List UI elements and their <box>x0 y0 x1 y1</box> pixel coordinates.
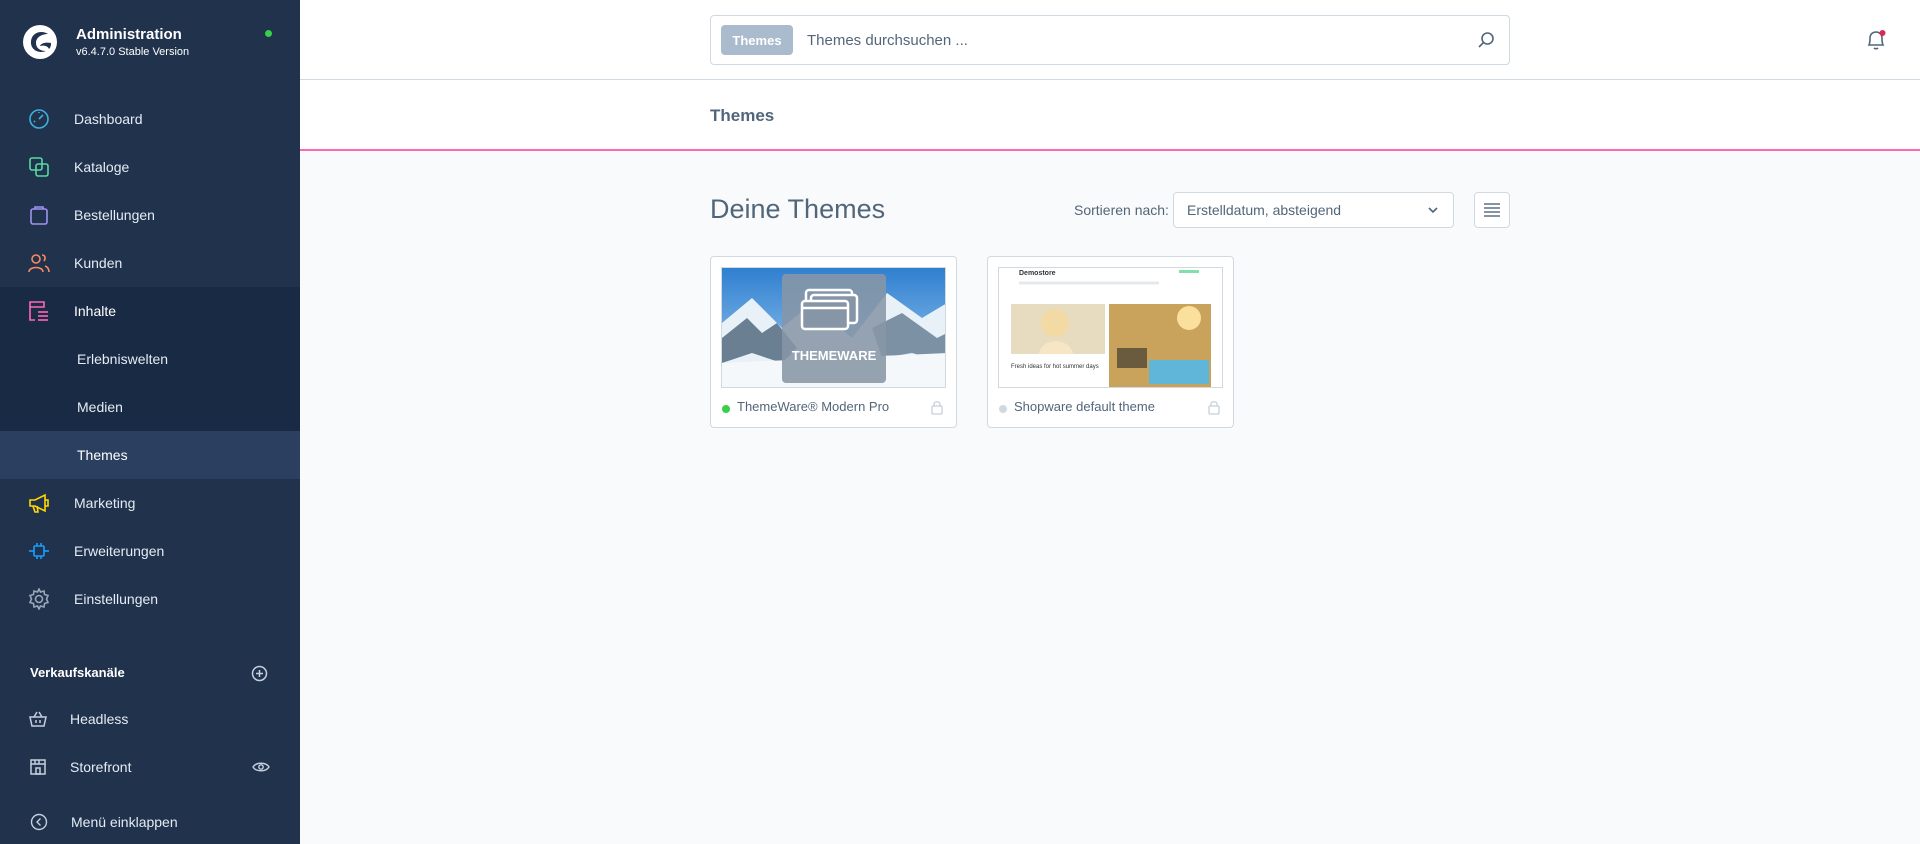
sales-channel-label: Storefront <box>70 759 132 775</box>
sidebar-item-label: Kunden <box>74 255 123 271</box>
search-type-tag[interactable]: Themes <box>721 25 793 55</box>
sidebar-subitem-label: Themes <box>77 447 128 463</box>
sidebar-item-extensions[interactable]: Erweiterungen <box>0 527 300 575</box>
demostore-preview-image: Demostore Fresh ideas for hot summer day… <box>999 268 1222 387</box>
sidebar: Administration v6.4.7.0 Stable Version D… <box>0 0 300 844</box>
sort-select-value: Erstelldatum, absteigend <box>1187 202 1342 218</box>
shopware-logo-icon <box>23 25 57 59</box>
collapse-menu-label: Menü einklappen <box>71 814 178 830</box>
sidebar-subitem-erlebniswelten[interactable]: Erlebniswelten <box>0 335 300 383</box>
app-version: v6.4.7.0 Stable Version <box>76 46 190 58</box>
sidebar-item-dashboard[interactable]: Dashboard <box>0 95 300 143</box>
demostore-brand-text: Demostore <box>1019 270 1056 277</box>
sidebar-item-customers[interactable]: Kunden <box>0 239 300 287</box>
extensions-icon <box>29 543 49 559</box>
sidebar-item-label: Einstellungen <box>74 591 159 607</box>
themes-heading: Deine Themes <box>710 194 886 224</box>
list-view-icon <box>1484 203 1500 217</box>
theme-card[interactable]: THEMEWARE ThemeWare® Modern Pro <box>710 256 957 428</box>
theme-preview-image: Demostore Fresh ideas for hot summer day… <box>998 267 1223 388</box>
sidebar-subitem-medien[interactable]: Medien <box>0 383 300 431</box>
theme-preview-image: THEMEWARE <box>721 267 946 388</box>
notification-bell-icon[interactable] <box>1864 28 1888 52</box>
sidebar-subitem-label: Erlebniswelten <box>77 351 169 367</box>
sidebar-item-orders[interactable]: Bestellungen <box>0 191 300 239</box>
marketing-icon <box>29 493 49 513</box>
sidebar-item-catalog[interactable]: Kataloge <box>0 143 300 191</box>
sales-channel-headless[interactable]: Headless <box>0 699 300 739</box>
collapse-arrow-icon <box>30 813 48 831</box>
settings-icon <box>28 588 50 610</box>
sidebar-item-label: Erweiterungen <box>74 543 165 559</box>
sort-label: Sortieren nach: <box>1074 202 1169 218</box>
brand-header[interactable]: Administration v6.4.7.0 Stable Version <box>0 0 300 86</box>
customers-icon <box>28 254 50 273</box>
themeware-logo-text: THEMEWARE <box>792 348 877 363</box>
add-sales-channel-icon[interactable] <box>251 665 268 682</box>
basket-icon <box>29 711 47 727</box>
sidebar-subitem-label: Medien <box>77 399 123 415</box>
sidebar-item-label: Bestellungen <box>74 207 155 223</box>
storefront-icon <box>30 759 46 775</box>
status-indicator <box>265 30 272 37</box>
sort-select[interactable]: Erstelldatum, absteigend <box>1173 192 1454 228</box>
search-icon[interactable] <box>1477 31 1495 49</box>
theme-active-indicator <box>722 405 730 413</box>
snowy-mountains-image: THEMEWARE <box>722 268 945 387</box>
list-view-button[interactable] <box>1474 192 1510 228</box>
smart-bar: Themes <box>300 80 1920 151</box>
sidebar-item-label: Kataloge <box>74 159 130 175</box>
sales-channels-heading: Verkaufskanäle <box>30 665 125 680</box>
sales-channel-label: Headless <box>70 711 129 727</box>
sidebar-item-content[interactable]: Inhalte <box>0 287 300 335</box>
sidebar-item-settings[interactable]: Einstellungen <box>0 575 300 623</box>
demostore-headline-text: Fresh ideas for hot summer days <box>1011 364 1099 370</box>
eye-icon[interactable] <box>252 761 270 773</box>
theme-inactive-indicator <box>999 405 1007 413</box>
sidebar-item-label: Marketing <box>74 495 136 511</box>
topbar: Themes <box>300 0 1920 80</box>
global-search: Themes <box>710 15 1510 65</box>
theme-name: Shopware default theme <box>1014 399 1155 414</box>
catalog-icon <box>29 157 49 177</box>
sales-channel-storefront[interactable]: Storefront <box>0 747 300 787</box>
sidebar-item-label: Dashboard <box>74 111 143 127</box>
content-icon <box>29 301 48 321</box>
sidebar-item-label: Inhalte <box>74 303 117 319</box>
search-input[interactable] <box>807 26 1447 54</box>
sidebar-subitem-themes[interactable]: Themes <box>0 431 300 479</box>
theme-card[interactable]: Demostore Fresh ideas for hot summer day… <box>987 256 1234 428</box>
sidebar-item-marketing[interactable]: Marketing <box>0 479 300 527</box>
app-title: Administration <box>76 26 182 43</box>
collapse-menu-button[interactable]: Menü einklappen <box>0 802 300 842</box>
lock-icon <box>931 401 943 415</box>
dashboard-icon <box>29 109 49 129</box>
lock-icon <box>1208 401 1220 415</box>
theme-name: ThemeWare® Modern Pro <box>737 399 890 414</box>
page-title: Themes <box>710 106 775 125</box>
orders-icon <box>30 206 48 225</box>
chevron-down-icon <box>1428 207 1438 214</box>
